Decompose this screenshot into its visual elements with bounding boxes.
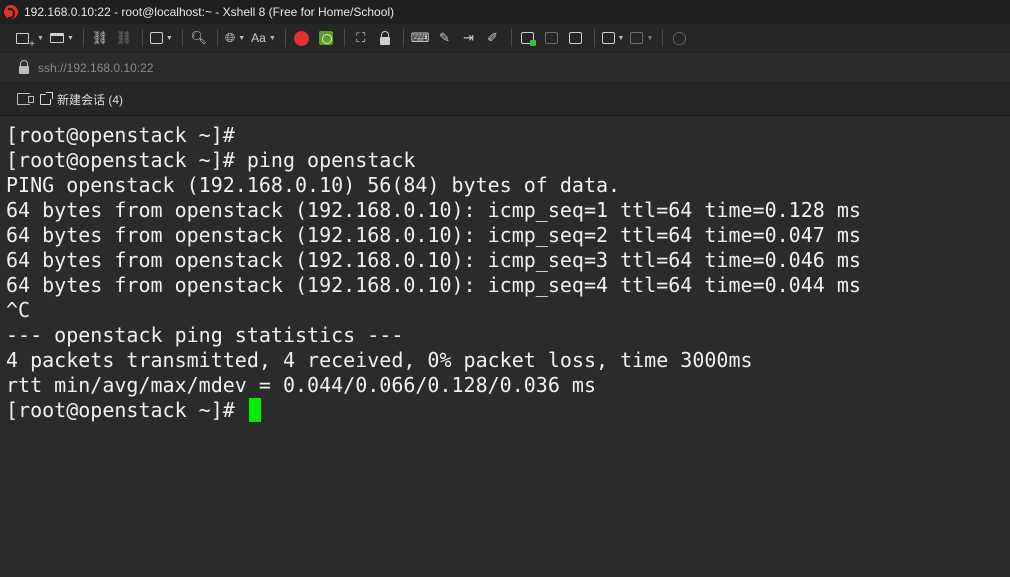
- terminal-line: [root@openstack ~]# ping openstack: [6, 148, 416, 172]
- new-tab-button[interactable]: ▼: [600, 27, 627, 49]
- tab-label: 新建会话 (4): [57, 92, 124, 107]
- script-icon: ✐: [487, 30, 498, 45]
- link-icon: ⛓: [91, 30, 109, 45]
- properties-icon: [149, 32, 163, 44]
- xshell-button[interactable]: [291, 27, 313, 49]
- toolbar-divider: [593, 29, 595, 47]
- lock-icon: [19, 60, 29, 74]
- script-button[interactable]: ✐: [482, 27, 504, 49]
- chevron-down-icon: ▼: [646, 34, 654, 42]
- terminal-line: 64 bytes from openstack (192.168.0.10): …: [6, 223, 861, 247]
- highlight-button[interactable]: ✎: [434, 27, 456, 49]
- quick-command-icon: [521, 32, 537, 46]
- transfer-button[interactable]: ⇥: [458, 27, 480, 49]
- layout-icon: [630, 32, 644, 44]
- layout-button[interactable]: ▼: [628, 27, 655, 49]
- terminal-prompt: [root@openstack ~]#: [6, 398, 247, 422]
- toolbar-divider: [82, 29, 84, 47]
- font-label: Aa: [251, 31, 266, 45]
- find-button[interactable]: 🔍︎: [188, 27, 210, 49]
- compose-pane-button[interactable]: [565, 27, 587, 49]
- address-bar: ssh://192.168.0.10:22: [0, 52, 1010, 82]
- chevron-down-icon: ▼: [617, 34, 625, 42]
- folder-icon: [49, 33, 64, 43]
- transfer-icon: ⇥: [463, 30, 474, 45]
- session-tab-bar: 新建会话 (4): [0, 82, 1010, 116]
- terminal-line: rtt min/avg/max/mdev = 0.044/0.066/0.128…: [6, 373, 597, 397]
- window-title: 192.168.0.10:22 - root@localhost:~ - Xsh…: [24, 5, 395, 19]
- font-button[interactable]: Aa ▼: [249, 27, 278, 49]
- terminal-line: 64 bytes from openstack (192.168.0.10): …: [6, 248, 861, 272]
- toolbar-divider: [662, 29, 664, 47]
- title-bar: 192.168.0.10:22 - root@localhost:~ - Xsh…: [0, 0, 1010, 24]
- compose-icon: [545, 32, 559, 44]
- toolbar-divider: [141, 29, 143, 47]
- terminal-area[interactable]: [root@openstack ~]# [root@openstack ~]# …: [0, 117, 1010, 577]
- xftp-button[interactable]: [315, 27, 337, 49]
- terminal-line: [root@openstack ~]#: [6, 123, 235, 147]
- terminal-cursor: [248, 398, 261, 422]
- toolbar-divider: [216, 29, 218, 47]
- new-session-button[interactable]: ▼: [14, 27, 46, 50]
- add-tab-icon: [601, 32, 615, 44]
- session-manager-icon[interactable]: [17, 93, 34, 105]
- xshell-logo-icon: [4, 5, 18, 19]
- lock-icon: [379, 30, 390, 45]
- toolbar-divider: [343, 29, 345, 47]
- search-icon: 🔍︎: [190, 30, 208, 45]
- pen-icon: ✎: [439, 30, 450, 45]
- fullscreen-icon: ⛶: [356, 30, 366, 45]
- toolbar: ▼ ▼ ⛓ ⛓ ▼ 🔍︎ 🌐︎▼ Aa▼ ⛶ ⌨ ✎ ⇥ ✐ ▼ ▼ ◯: [0, 24, 1010, 52]
- chevron-down-icon: ▼: [165, 34, 173, 42]
- compose-pane-icon: [569, 32, 583, 44]
- compose-bar-button[interactable]: [541, 27, 563, 49]
- tab-new-session[interactable]: 新建会话 (4): [40, 91, 123, 108]
- toolbar-divider: [510, 29, 512, 47]
- terminal-line: PING openstack (192.168.0.10) 56(84) byt…: [6, 173, 621, 197]
- terminal-line: ^C: [6, 298, 31, 322]
- globe-icon: 🌐︎: [224, 30, 236, 45]
- reconnect-button[interactable]: ⛓: [89, 27, 111, 49]
- session-properties-button[interactable]: ▼: [148, 27, 175, 49]
- address-field[interactable]: ssh://192.168.0.10:22: [38, 61, 153, 75]
- terminal-prompt-line: [root@openstack ~]#: [6, 398, 1010, 423]
- help-icon: ◯: [672, 30, 687, 45]
- tab-session-icon: [40, 91, 53, 105]
- toolbar-divider: [402, 29, 404, 47]
- toolbar-divider: [284, 29, 286, 47]
- help-button[interactable]: ◯: [668, 27, 690, 49]
- encoding-button[interactable]: 🌐︎ ▼: [223, 27, 247, 49]
- disconnect-button[interactable]: ⛓: [113, 27, 135, 49]
- terminal-line: 64 bytes from openstack (192.168.0.10): …: [6, 273, 861, 297]
- fullscreen-button[interactable]: ⛶: [350, 27, 372, 49]
- new-window-icon: [16, 32, 35, 50]
- xshell-icon: [294, 30, 310, 46]
- open-session-button[interactable]: ▼: [48, 27, 76, 49]
- unlink-icon: ⛓: [115, 30, 133, 45]
- keyboard-button[interactable]: ⌨: [409, 27, 432, 49]
- chevron-down-icon: ▼: [238, 34, 246, 42]
- quick-command-button[interactable]: [517, 27, 539, 49]
- chevron-down-icon: ▼: [66, 34, 74, 42]
- terminal-line: --- openstack ping statistics ---: [6, 323, 404, 347]
- toolbar-divider: [181, 29, 183, 47]
- terminal-line: 4 packets transmitted, 4 received, 0% pa…: [6, 348, 753, 372]
- terminal-line: 64 bytes from openstack (192.168.0.10): …: [6, 198, 861, 222]
- chevron-down-icon: ▼: [268, 34, 276, 42]
- chevron-down-icon: ▼: [37, 34, 44, 42]
- xftp-icon: [318, 31, 333, 45]
- keyboard-icon: ⌨: [410, 30, 430, 45]
- lock-button[interactable]: [374, 27, 396, 49]
